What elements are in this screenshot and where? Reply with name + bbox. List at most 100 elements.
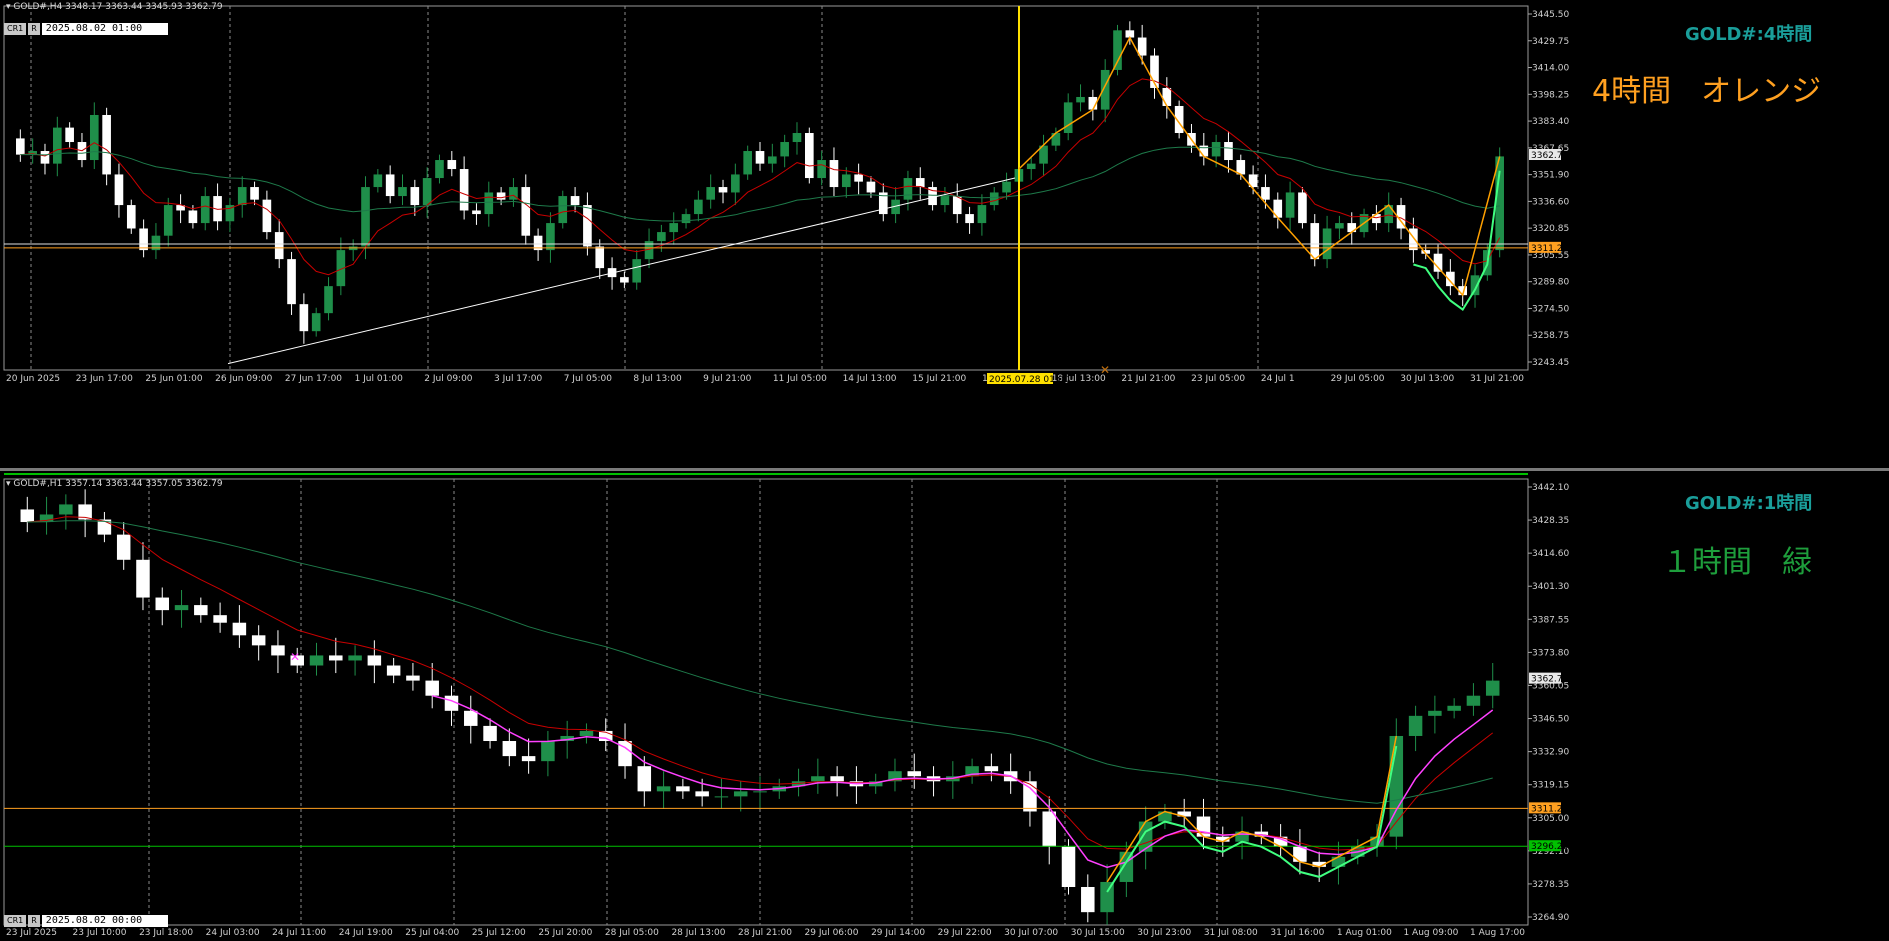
x-tick-label: 24 Jul 1 (1261, 374, 1295, 384)
top-header: ▾ GOLD#,H4 3348.17 3363.44 3345.93 3362.… (6, 2, 223, 12)
candle-body (694, 199, 703, 215)
candle-body (174, 605, 189, 611)
candle-body (262, 199, 272, 233)
x-tick-label: 23 Jul 18:00 (139, 928, 193, 938)
candle-body (1428, 710, 1442, 716)
y-tick-label: 3336.60 (1532, 197, 1569, 207)
y-tick-label: 3383.40 (1532, 117, 1569, 127)
x-tick-label: 9 Jul 21:00 (703, 374, 752, 384)
date-field[interactable]: 2025.08.02 00:00 (41, 915, 168, 927)
x-tick-label: 30 Jul 07:00 (1004, 928, 1058, 938)
x-tick-label: 25 Jun 01:00 (145, 374, 202, 384)
x-tick-label: 28 Jul 13:00 (671, 928, 725, 938)
x-tick-label: 20 Jun 2025 (6, 374, 60, 384)
candle-body (521, 187, 531, 236)
candle-body (676, 786, 690, 792)
dropdown-triangle-icon[interactable]: ▾ (6, 2, 11, 12)
candle-body (136, 559, 150, 598)
bottom-controls: CR1 R 2025.08.02 00:00 (4, 915, 168, 927)
candle-body (271, 645, 285, 656)
r-button[interactable]: R (28, 915, 40, 927)
candle-body (1261, 187, 1270, 200)
candle-body (89, 114, 99, 161)
candle-body (16, 138, 25, 155)
candle-body (139, 228, 148, 251)
y-tick-label: 3398.25 (1532, 90, 1569, 100)
candle-body (311, 313, 321, 332)
candle-body (299, 304, 309, 332)
candle-body (731, 174, 740, 193)
y-tick-label: 3414.60 (1532, 549, 1569, 559)
candle-body (1113, 30, 1122, 70)
candle-body (496, 192, 506, 200)
candle-body (1100, 69, 1110, 110)
timeframe-label: １時間 緑 (1662, 545, 1812, 580)
top-chart-pane[interactable]: 3445.50 3429.75 3414.00 3398.25 3383.40 3367.… (0, 0, 1889, 388)
y-tick-label: 3445.50 (1532, 10, 1569, 20)
candle-body (464, 710, 478, 726)
x-tick-label: 2 Jul 09:00 (424, 374, 473, 384)
candle-body (250, 187, 259, 200)
h1-chart[interactable]: 3442.10 3428.35 3414.60 3401.30 3387.55 3373.… (0, 471, 1889, 941)
candle-body (753, 791, 767, 793)
x-tick-label: 28 Jul 21:00 (738, 928, 792, 938)
hline-tag-label: 3311.25 (1531, 804, 1568, 814)
candle-body (483, 725, 497, 742)
candle-body (546, 223, 555, 251)
h4-chart[interactable]: 3445.503429.753414.003398.253383.403367.… (0, 0, 1889, 388)
candle-body (1138, 821, 1153, 852)
x-tick-label: 1 Aug 17:00 (1470, 928, 1525, 938)
dropdown-triangle-icon[interactable]: ▾ (6, 479, 11, 489)
candle-body (632, 259, 642, 283)
date-field[interactable]: 2025.08.02 01:00 (41, 23, 168, 35)
candle-body (385, 174, 395, 197)
x-tick-label: 24 Jul 19:00 (339, 928, 393, 938)
candle-body (425, 680, 439, 696)
x-tick-label: 24 Jul 11:00 (272, 928, 326, 938)
x-tick-label: 28 Jul 05:00 (605, 928, 659, 938)
cr1-button[interactable]: CR1 (4, 23, 27, 35)
green-tag-label: 3296.20 (1531, 842, 1568, 852)
candle-body (768, 156, 777, 164)
candle-body (386, 665, 401, 676)
x-tick-label: 31 Jul 16:00 (1270, 928, 1324, 938)
chart-title: GOLD#:4時間 (1685, 24, 1813, 45)
x-tick-label: 25 Jul 04:00 (405, 928, 459, 938)
candle-body (102, 114, 111, 175)
candle-body (251, 635, 266, 646)
candle-body (984, 766, 999, 772)
x-tick-label: 23 Jul 2025 (6, 928, 57, 938)
y-tick-label: 3414.00 (1532, 64, 1569, 74)
x-tick-label: 31 Jul 21:00 (1470, 374, 1524, 384)
zigzag-orange-line (1018, 35, 1501, 297)
candle-body (541, 741, 555, 762)
plot-frame (3, 5, 1529, 371)
candle-body (472, 210, 481, 215)
candle-body (361, 187, 370, 247)
candle-body (237, 187, 247, 206)
candle-body (915, 178, 925, 188)
candle-body (1335, 223, 1344, 229)
candle-body (447, 160, 457, 170)
candle-body (1042, 811, 1056, 847)
candle-body (1061, 846, 1076, 887)
candle-body (989, 192, 999, 206)
bottom-header-text: GOLD#,H1 3357.14 3363.44 3357.05 3362.79 (13, 479, 223, 489)
x-tick-label: 23 Jun 17:00 (76, 374, 133, 384)
arrow-marker-icon: ✕ (1100, 363, 1110, 377)
candle-body (1076, 96, 1085, 103)
bottom-chart-pane[interactable]: 3442.10 3428.35 3414.60 3401.30 3387.55 3373.… (0, 471, 1889, 941)
candle-body (1224, 142, 1233, 161)
x-tick-label: 31 Jul 08:00 (1204, 928, 1258, 938)
candle-body (40, 151, 50, 164)
candle-body (780, 142, 789, 157)
candle-body (367, 655, 382, 666)
y-tick-label: 3387.55 (1532, 615, 1569, 625)
candle-body (309, 655, 324, 666)
r-button[interactable]: R (28, 23, 40, 35)
candle-body (706, 187, 716, 200)
candle-body (502, 741, 517, 757)
candle-body (718, 187, 728, 193)
cr1-button[interactable]: CR1 (4, 915, 27, 927)
hline-tag-label: 3311.25 (1531, 244, 1568, 254)
